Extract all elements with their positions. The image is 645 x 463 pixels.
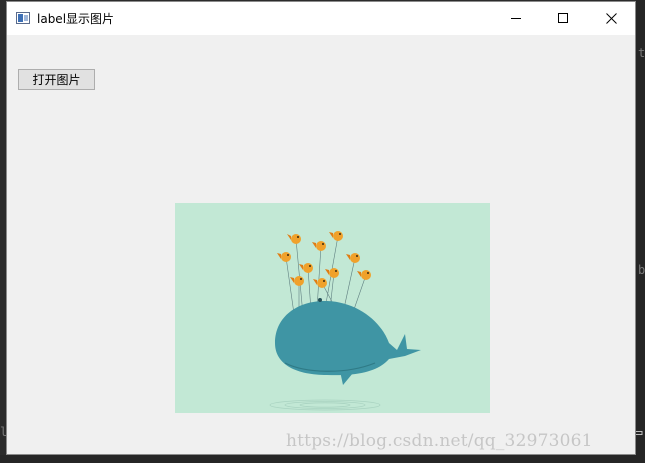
app-window: label显示图片 打开图片 xyxy=(6,1,636,455)
app-icon xyxy=(16,12,30,24)
minimize-icon xyxy=(511,18,521,19)
background-glyph: b xyxy=(638,263,645,277)
background-editor-bottom xyxy=(0,455,645,463)
minimize-button[interactable] xyxy=(493,2,539,34)
window-title: label显示图片 xyxy=(37,12,115,26)
maximize-button[interactable] xyxy=(540,2,586,34)
open-image-button[interactable]: 打开图片 xyxy=(18,69,95,90)
maximize-icon xyxy=(558,13,568,23)
background-glyph: t xyxy=(638,46,645,60)
image-label xyxy=(175,203,490,413)
title-bar[interactable]: label显示图片 xyxy=(7,2,635,35)
csdn-watermark: https://blog.csdn.net/qq_32973061 xyxy=(286,431,593,451)
background-editor-right xyxy=(636,0,645,463)
close-icon xyxy=(605,12,617,24)
close-button[interactable] xyxy=(588,2,634,34)
